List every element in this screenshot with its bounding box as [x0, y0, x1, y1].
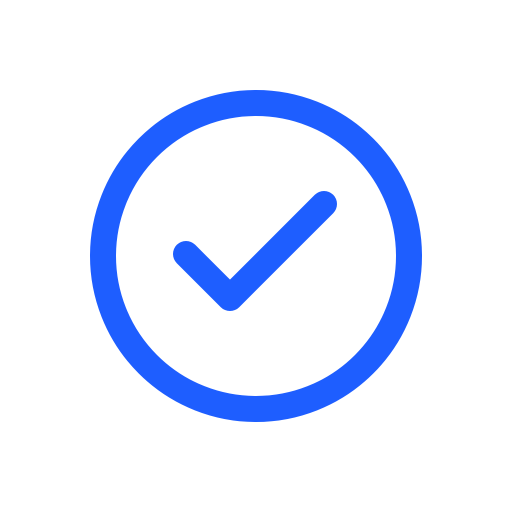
check-circle-svg: [90, 90, 422, 422]
check-circle-icon: [0, 0, 512, 512]
checkmark-stroke: [173, 191, 337, 311]
icon-canvas: [0, 0, 512, 512]
